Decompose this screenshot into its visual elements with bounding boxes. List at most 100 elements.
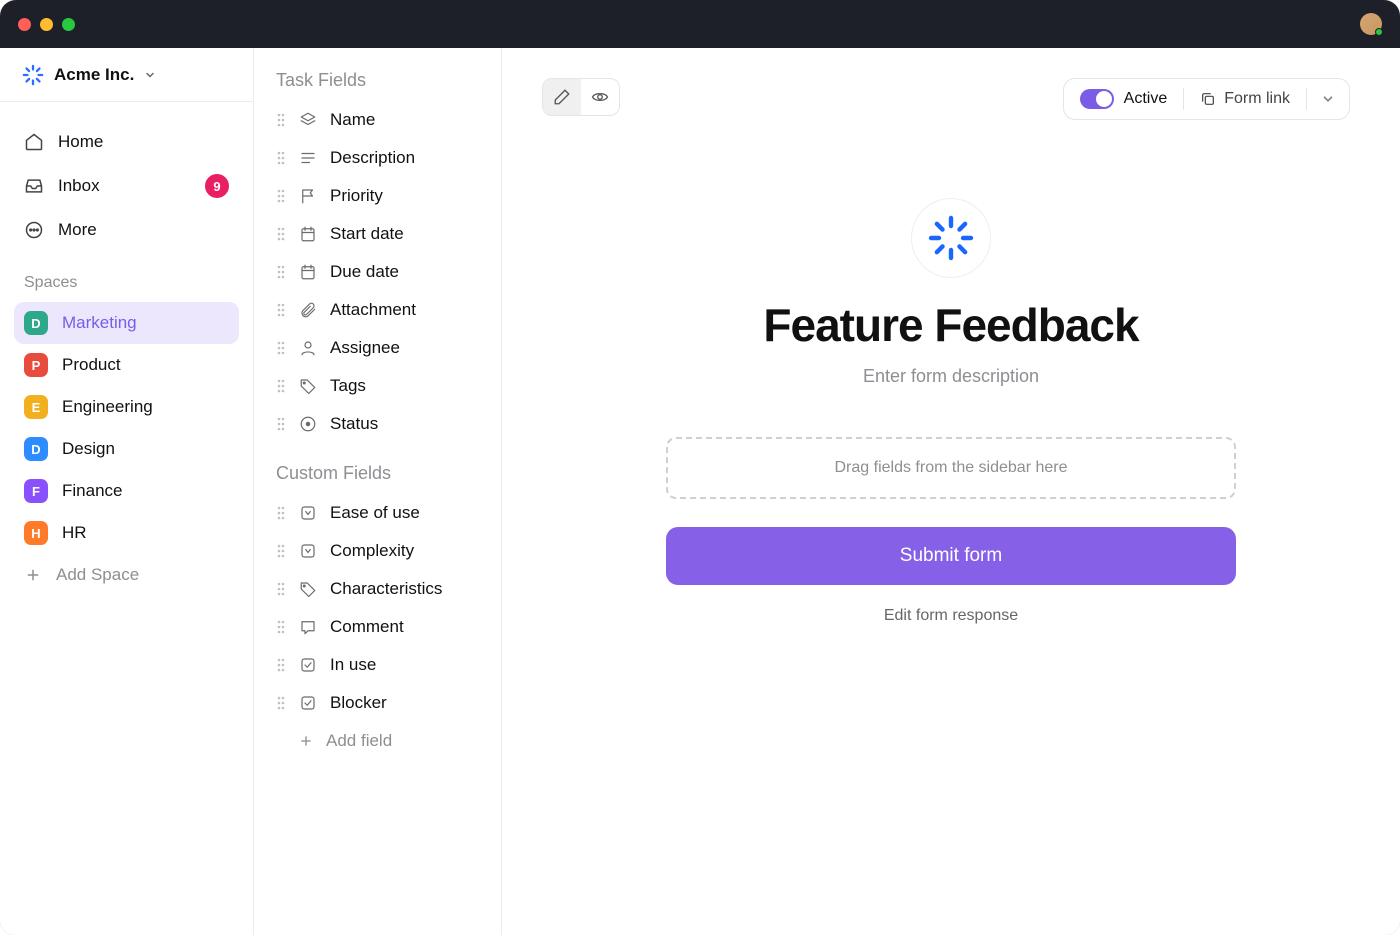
add-space-button[interactable]: Add Space	[14, 554, 239, 596]
space-item-finance[interactable]: FFinance	[14, 470, 239, 512]
calendar-icon	[298, 225, 318, 243]
form-title[interactable]: Feature Feedback	[763, 298, 1138, 352]
field-due-date[interactable]: Due date	[268, 253, 487, 291]
space-item-product[interactable]: PProduct	[14, 344, 239, 386]
field-drop-zone[interactable]: Drag fields from the sidebar here	[666, 437, 1236, 499]
drag-handle[interactable]	[276, 264, 286, 280]
nav-home[interactable]: Home	[14, 120, 239, 164]
copy-icon	[1200, 91, 1216, 107]
space-label: Engineering	[62, 397, 153, 417]
field-ease-of-use[interactable]: Ease of use	[268, 494, 487, 532]
form-link-button[interactable]: Form link	[1184, 90, 1306, 108]
more-icon	[24, 220, 44, 240]
add-field-button[interactable]: Add field	[268, 722, 487, 760]
add-space-label: Add Space	[56, 565, 139, 585]
drag-handle[interactable]	[276, 112, 286, 128]
space-item-marketing[interactable]: DMarketing	[14, 302, 239, 344]
space-item-engineering[interactable]: E Engineering	[14, 386, 239, 428]
form-description-placeholder[interactable]: Enter form description	[863, 366, 1039, 387]
space-label: Design	[62, 439, 115, 459]
minimize-window-button[interactable]	[40, 18, 53, 31]
plus-icon	[298, 733, 314, 749]
space-label: HR	[62, 523, 87, 543]
space-item-hr[interactable]: HHR	[14, 512, 239, 554]
field-label: Due date	[330, 262, 399, 282]
close-window-button[interactable]	[18, 18, 31, 31]
spinner-logo-icon	[927, 214, 975, 262]
field-in-use[interactable]: In use	[268, 646, 487, 684]
more-options-button[interactable]	[1307, 92, 1349, 106]
drag-handle[interactable]	[276, 505, 286, 521]
field-label: Start date	[330, 224, 404, 244]
form-preview: Feature Feedback Enter form description …	[502, 198, 1400, 625]
checkbox-icon	[298, 694, 318, 712]
space-avatar: E	[24, 395, 48, 419]
field-characteristics[interactable]: Characteristics	[268, 570, 487, 608]
field-complexity[interactable]: Complexity	[268, 532, 487, 570]
person-icon	[298, 339, 318, 357]
drag-handle[interactable]	[276, 150, 286, 166]
field-blocker[interactable]: Blocker	[268, 684, 487, 722]
field-name[interactable]: Name	[268, 101, 487, 139]
nav-home-label: Home	[58, 132, 103, 152]
drag-handle[interactable]	[276, 416, 286, 432]
field-tags[interactable]: Tags	[268, 367, 487, 405]
drag-handle[interactable]	[276, 695, 286, 711]
field-start-date[interactable]: Start date	[268, 215, 487, 253]
drag-handle-icon	[276, 112, 286, 128]
form-logo[interactable]	[911, 198, 991, 278]
field-status[interactable]: Status	[268, 405, 487, 443]
submit-label: Submit form	[900, 545, 1002, 567]
drag-handle[interactable]	[276, 226, 286, 242]
eye-icon	[591, 88, 609, 106]
window-titlebar	[0, 0, 1400, 48]
checkbox-icon	[298, 656, 318, 674]
nav-more[interactable]: More	[14, 208, 239, 252]
drag-handle[interactable]	[276, 340, 286, 356]
sidebar: Acme Inc. Home Inbox 9 More Spaces DMark…	[0, 48, 254, 935]
workspace-name: Acme Inc.	[54, 65, 134, 85]
nav-inbox-label: Inbox	[58, 176, 100, 196]
field-comment[interactable]: Comment	[268, 608, 487, 646]
drag-handle[interactable]	[276, 378, 286, 394]
space-avatar: F	[24, 479, 48, 503]
active-toggle[interactable]	[1080, 89, 1114, 109]
form-actions-bar: Active Form link	[1063, 78, 1350, 120]
submit-form-button[interactable]: Submit form	[666, 527, 1236, 585]
field-attachment[interactable]: Attachment	[268, 291, 487, 329]
inbox-badge: 9	[205, 174, 229, 198]
field-label: Ease of use	[330, 503, 420, 523]
drag-handle[interactable]	[276, 543, 286, 559]
drop-zone-hint: Drag fields from the sidebar here	[835, 459, 1068, 477]
status-icon	[298, 415, 318, 433]
field-label: In use	[330, 655, 376, 675]
drag-handle[interactable]	[276, 188, 286, 204]
space-label: Marketing	[62, 313, 137, 333]
layers-icon	[298, 111, 318, 129]
space-item-design[interactable]: DDesign	[14, 428, 239, 470]
field-priority[interactable]: Priority	[268, 177, 487, 215]
field-assignee[interactable]: Assignee	[268, 329, 487, 367]
field-label: Complexity	[330, 541, 414, 561]
drag-handle[interactable]	[276, 619, 286, 635]
preview-mode-button[interactable]	[581, 79, 619, 115]
fields-panel: Task Fields NameDescriptionPriority Start…	[254, 48, 502, 935]
drag-handle[interactable]	[276, 302, 286, 318]
maximize-window-button[interactable]	[62, 18, 75, 31]
chevron-down-icon	[1321, 92, 1335, 106]
edit-mode-button[interactable]	[543, 79, 581, 115]
presence-indicator	[1375, 28, 1383, 36]
nav-inbox[interactable]: Inbox 9	[14, 164, 239, 208]
field-description[interactable]: Description	[268, 139, 487, 177]
drag-handle-icon	[276, 188, 286, 204]
drag-handle-icon	[276, 619, 286, 635]
drag-handle[interactable]	[276, 657, 286, 673]
calendar-icon	[298, 263, 318, 281]
edit-response-link[interactable]: Edit form response	[884, 607, 1018, 625]
task-fields-title: Task Fields	[268, 70, 487, 101]
workspace-switcher[interactable]: Acme Inc.	[0, 48, 253, 102]
drag-handle[interactable]	[276, 581, 286, 597]
field-label: Characteristics	[330, 579, 442, 599]
user-avatar[interactable]	[1360, 13, 1382, 35]
field-label: Assignee	[330, 338, 400, 358]
